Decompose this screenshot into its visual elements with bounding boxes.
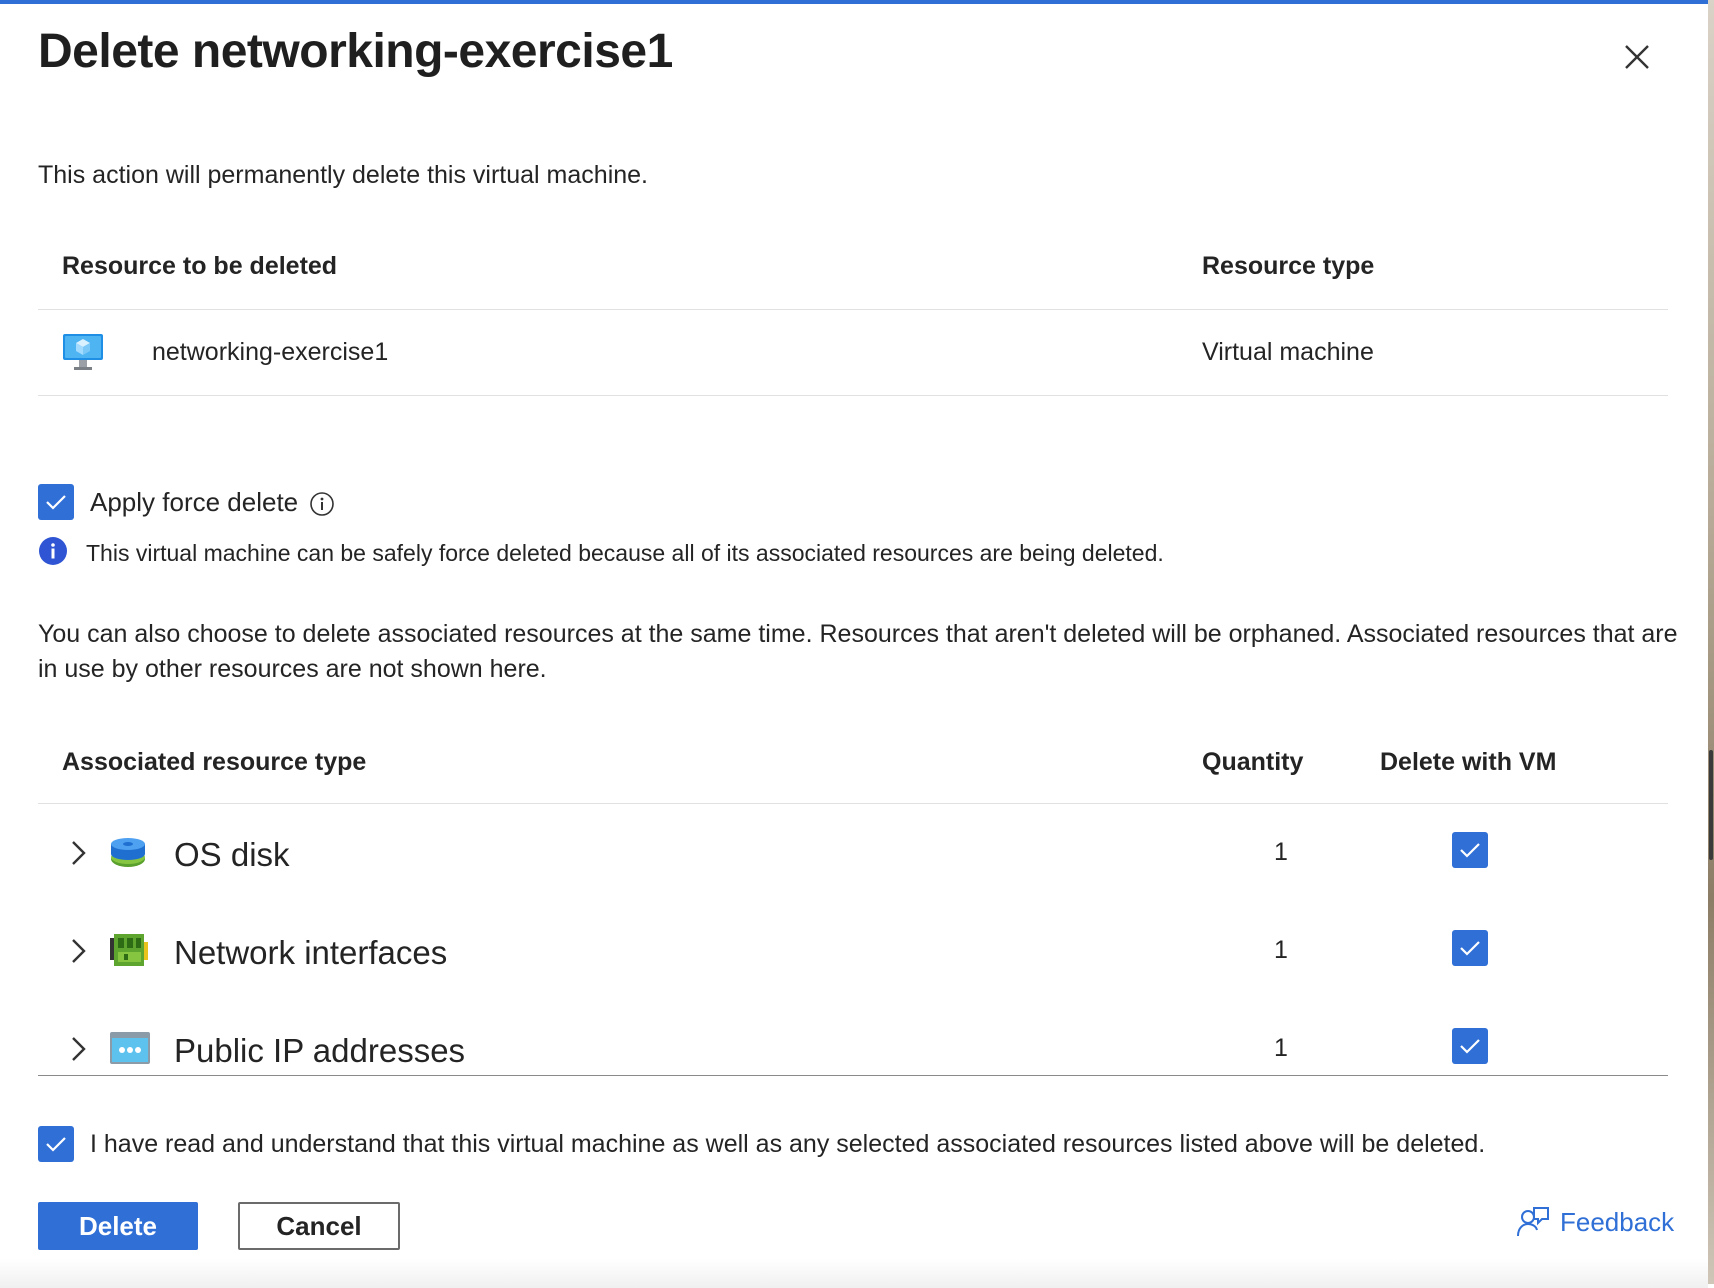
checkmark-icon xyxy=(1460,1039,1480,1054)
associated-resource-name: Network interfaces xyxy=(174,934,448,971)
associated-resource-name: OS disk xyxy=(174,836,290,873)
associated-resource-name: Public IP addresses xyxy=(174,1032,466,1069)
quantity-value: 1 xyxy=(1274,1034,1288,1062)
background-desktop xyxy=(1708,0,1714,1284)
resource-table: Resource to be deleted Resource type net… xyxy=(38,234,1668,399)
virtual-machine-icon xyxy=(63,334,103,370)
chevron-right-icon xyxy=(72,1037,86,1061)
close-button[interactable] xyxy=(1620,40,1654,74)
expand-row-button[interactable] xyxy=(68,1035,88,1063)
divider xyxy=(38,803,1668,804)
disk-icon xyxy=(111,838,145,867)
resource-name: networking-exercise1 xyxy=(152,338,389,366)
checkmark-icon xyxy=(1460,843,1480,858)
column-header-delete-with-vm: Delete with VM xyxy=(1380,748,1557,776)
force-delete-checkbox[interactable] xyxy=(38,484,74,520)
column-header-quantity: Quantity xyxy=(1202,748,1304,776)
delete-button[interactable]: Delete xyxy=(38,1202,198,1250)
quantity-value: 1 xyxy=(1274,936,1288,964)
column-header-associated-type: Associated resource type xyxy=(62,748,367,776)
expand-row-button[interactable] xyxy=(68,937,88,965)
info-icon xyxy=(39,537,67,565)
confirm-label: I have read and understand that this vir… xyxy=(90,1130,1486,1158)
quantity-value: 1 xyxy=(1274,838,1288,866)
close-icon xyxy=(1625,45,1649,69)
network-interface-icon xyxy=(110,934,148,966)
column-header-resource-type: Resource type xyxy=(1202,252,1375,280)
divider xyxy=(38,309,1668,310)
divider xyxy=(38,1075,1668,1076)
public-ip-icon xyxy=(110,1032,150,1064)
cancel-button[interactable]: Cancel xyxy=(238,1202,400,1250)
confirm-checkbox[interactable] xyxy=(38,1126,74,1162)
chevron-right-icon xyxy=(72,841,86,865)
associated-resources-description: You can also choose to delete associated… xyxy=(38,620,1678,683)
feedback-label: Feedback xyxy=(1560,1206,1675,1237)
feedback-icon xyxy=(1517,1207,1549,1237)
chevron-right-icon xyxy=(72,939,86,963)
expand-row-button[interactable] xyxy=(68,839,88,867)
feedback-link[interactable]: Feedback xyxy=(1516,1202,1674,1242)
checkmark-icon xyxy=(46,1137,66,1152)
delete-with-vm-checkbox[interactable] xyxy=(1452,930,1488,966)
force-delete-info: This virtual machine can be safely force… xyxy=(86,540,1164,566)
scrollbar-thumb[interactable] xyxy=(1709,750,1713,860)
resource-type: Virtual machine xyxy=(1202,338,1374,366)
delete-dialog: Delete networking-exercise1 This action … xyxy=(0,0,1708,1288)
delete-with-vm-checkbox[interactable] xyxy=(1452,1028,1488,1064)
delete-with-vm-checkbox[interactable] xyxy=(1452,832,1488,868)
info-tooltip-icon[interactable] xyxy=(309,491,335,517)
checkmark-icon xyxy=(46,495,66,510)
checkmark-icon xyxy=(1460,941,1480,956)
force-delete-label: Apply force delete xyxy=(90,487,299,517)
divider xyxy=(38,395,1668,396)
dialog-description: This action will permanently delete this… xyxy=(38,161,648,189)
column-header-resource: Resource to be deleted xyxy=(62,252,338,280)
dialog-title: Delete networking-exercise1 xyxy=(38,25,673,78)
associated-resources-table: Associated resource type Quantity Delete… xyxy=(38,734,1668,1079)
